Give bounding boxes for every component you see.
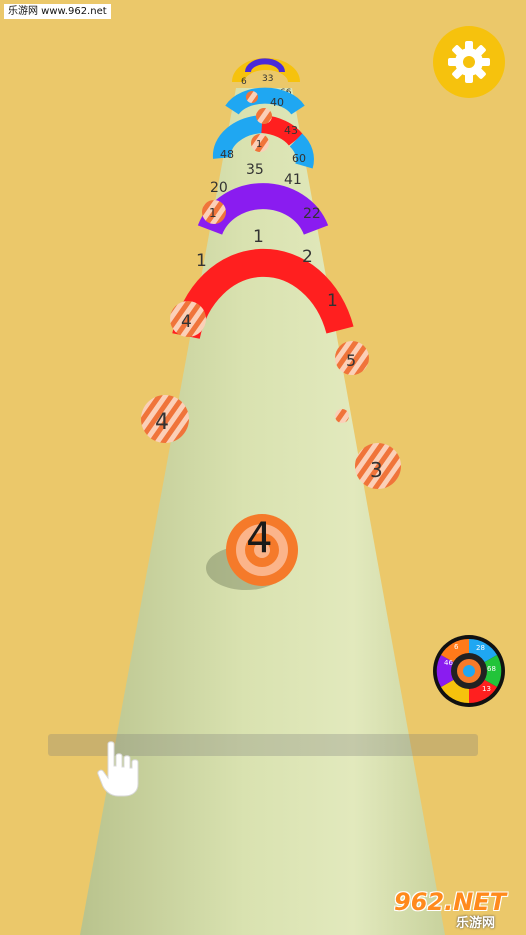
site-watermark: 乐游网 www.962.net — [4, 4, 111, 19]
ring-label: 1 — [253, 227, 264, 247]
ball-label: 4 — [155, 410, 169, 435]
ball: 5 — [335, 341, 369, 375]
player-ball-value: 4 — [246, 513, 273, 562]
wheel-label: 6 — [454, 643, 459, 651]
wheel-label: 13 — [482, 685, 491, 693]
ball — [246, 91, 258, 103]
site-logo: 962.NET 乐游网 — [386, 884, 522, 932]
wheel-label: 46 — [444, 659, 453, 667]
ring-label: 1 — [196, 251, 207, 271]
ball-label: 5 — [346, 351, 356, 370]
settings-button[interactable] — [433, 26, 505, 98]
wheel-label: 68 — [487, 665, 496, 673]
ball — [256, 108, 272, 124]
ball: 4 — [141, 395, 189, 443]
ball: 4 — [170, 301, 206, 337]
ring-label: 43 — [284, 124, 298, 137]
ball-label: 1 — [256, 139, 262, 150]
wheel-label: 28 — [476, 644, 485, 652]
game-scene: 6 33 66 4 40 48 2 43 60 20 35 41 22 1 1 … — [80, 58, 445, 935]
gear-icon — [448, 41, 490, 83]
ball: 1 — [202, 200, 226, 224]
ball-label: 1 — [209, 206, 217, 220]
ring-label: 20 — [210, 180, 228, 196]
tower — [80, 88, 445, 935]
logo-sub: 乐游网 — [456, 916, 496, 931]
hand-pointer-icon — [97, 741, 139, 797]
ring-label: 48 — [220, 148, 234, 161]
ball-label: 3 — [370, 458, 383, 482]
ball: 1 — [251, 134, 269, 152]
mini-wheel-graphic: 46 28 68 13 6 — [433, 635, 505, 707]
ring-label: 35 — [246, 162, 264, 178]
ball: 3 — [355, 443, 401, 489]
ring-label: 33 — [262, 74, 273, 84]
ring-label: 40 — [270, 96, 284, 109]
ring-label: 41 — [284, 172, 302, 188]
ball-label: 4 — [181, 312, 192, 332]
ring-label: 1 — [327, 291, 338, 311]
ring-label: 22 — [303, 206, 321, 222]
ring-label: 6 — [241, 77, 247, 87]
ring-label: 60 — [292, 152, 306, 165]
tutorial-hand — [96, 740, 144, 802]
ball-skin-wheel[interactable]: 46 28 68 13 6 — [432, 634, 506, 708]
ball — [335, 409, 349, 423]
ring-label: 2 — [302, 247, 313, 267]
